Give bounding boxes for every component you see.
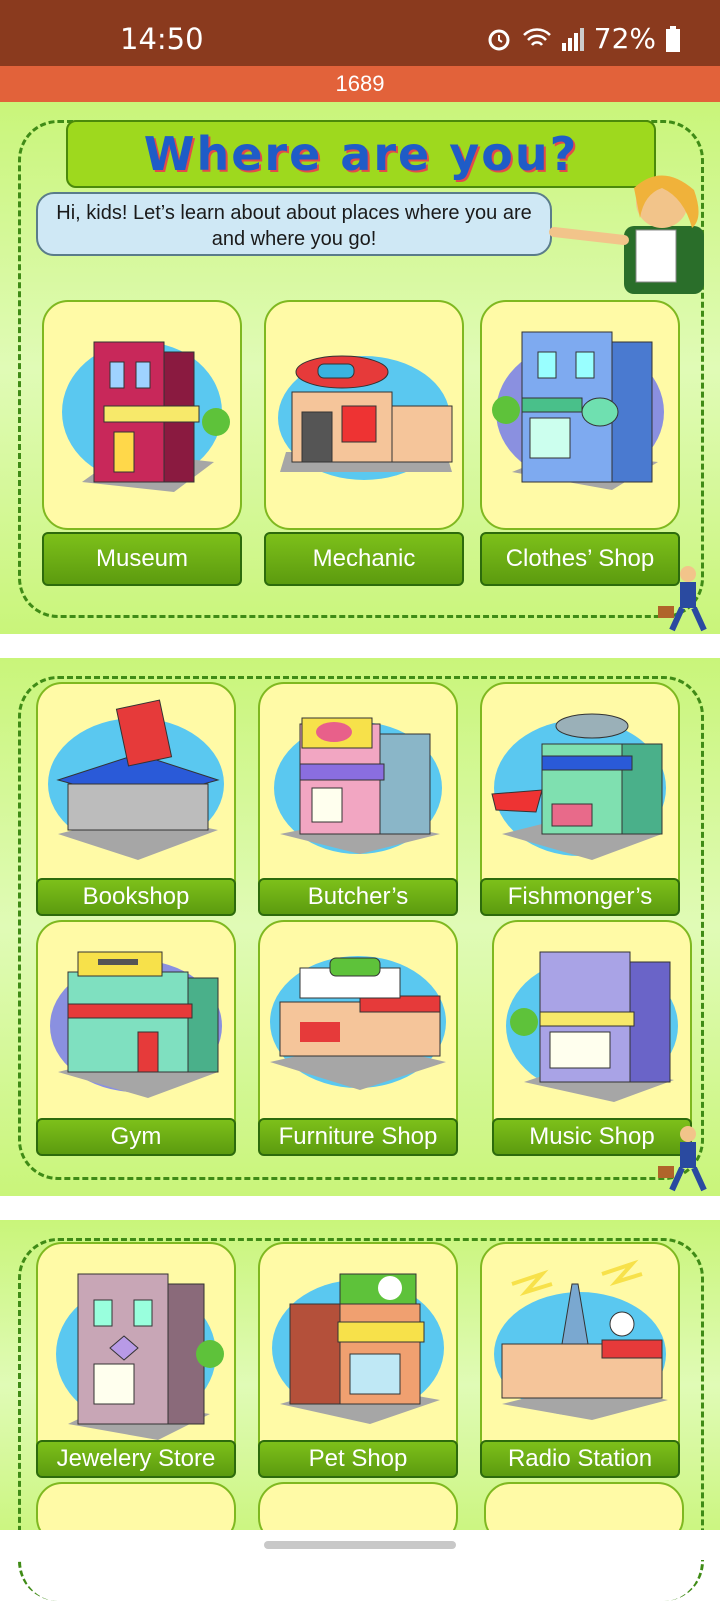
place-button-clothes-shop[interactable]: Clothes’ Shop — [480, 532, 680, 586]
place-card-clothes-shop[interactable] — [480, 300, 680, 530]
place-button-butchers[interactable]: Butcher’s — [258, 878, 458, 916]
furniture-shop-icon — [270, 956, 446, 1090]
walking-man-icon — [658, 566, 707, 632]
wifi-icon — [522, 27, 551, 46]
place-button-fishmongers[interactable]: Fishmonger’s — [480, 878, 680, 916]
place-card-radio-station[interactable] — [480, 1242, 680, 1472]
page-counter: 1689 — [335, 71, 385, 96]
jewelery-store-icon — [56, 1273, 224, 1440]
place-card-gym[interactable] — [36, 920, 236, 1150]
place-card-mechanic[interactable] — [264, 300, 464, 530]
battery-percent: 72% — [593, 22, 656, 55]
status-icons: 72% — [486, 22, 680, 55]
place-button-bookshop[interactable]: Bookshop — [36, 878, 236, 916]
speech-bubble: Hi, kids! Let’s learn about about places… — [36, 192, 552, 256]
place-button-gym[interactable]: Gym — [36, 1118, 236, 1156]
mechanic-garage-icon — [278, 355, 453, 480]
place-button-mechanic[interactable]: Mechanic — [264, 532, 464, 586]
place-card-museum[interactable] — [42, 300, 242, 530]
signal-icon — [561, 27, 584, 51]
status-time: 14:50 — [120, 22, 204, 56]
place-button-pet-shop[interactable]: Pet Shop — [258, 1440, 458, 1478]
place-button-furniture-shop[interactable]: Furniture Shop — [258, 1118, 458, 1156]
battery-icon — [666, 25, 680, 52]
clothes-shop-icon — [492, 331, 664, 490]
museum-building-icon — [62, 341, 230, 492]
music-shop-icon — [506, 951, 678, 1102]
teacher-illustration — [549, 175, 704, 294]
pet-shop-icon — [272, 1273, 444, 1424]
home-gesture-bar[interactable] — [264, 1541, 456, 1549]
status-bar: 14:50 72% — [0, 0, 720, 66]
fishmonger-shop-icon — [491, 713, 666, 860]
place-button-radio-station[interactable]: Radio Station — [480, 1440, 680, 1478]
page-counter-bar: 1689 — [0, 66, 720, 102]
gym-icon — [50, 951, 222, 1098]
alarm-icon — [488, 29, 510, 50]
place-card-music-shop[interactable] — [492, 920, 692, 1150]
walking-man-icon — [658, 1126, 707, 1192]
place-card-furniture-shop[interactable] — [258, 920, 458, 1150]
place-card-pet-shop[interactable] — [258, 1242, 458, 1472]
place-card-jewelery-store[interactable] — [36, 1242, 236, 1472]
place-button-museum[interactable]: Museum — [42, 532, 242, 586]
radio-station-icon — [494, 1259, 668, 1420]
butcher-shop-icon — [274, 717, 442, 854]
place-button-jewelery-store[interactable]: Jewelery Store — [36, 1440, 236, 1478]
bookshop-icon — [48, 699, 224, 860]
